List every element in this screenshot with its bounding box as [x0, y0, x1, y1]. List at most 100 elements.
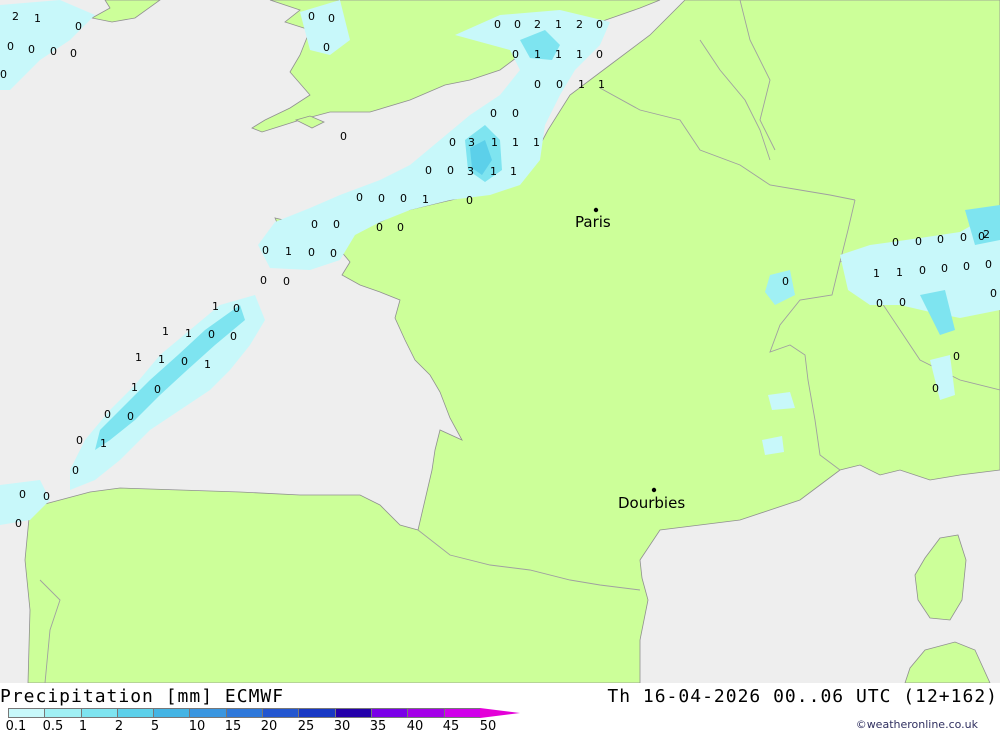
value-label: 0 — [596, 18, 603, 31]
value-label: 0 — [534, 78, 541, 91]
value-label: 0 — [985, 258, 992, 271]
value-label: 1 — [285, 245, 292, 258]
value-label: 2 — [534, 18, 541, 31]
precipitation-map: 2 1 0 0 0 0 0 0 0 0 0 0 2 1 2 0 0 1 1 1 … — [0, 0, 1000, 683]
value-label: 0 — [960, 231, 967, 244]
value-label: 0 — [15, 517, 22, 530]
value-label: 0 — [0, 68, 7, 81]
legend-ticks: 0.1 0.5 1 2 5 10 15 20 25 30 35 40 45 50 — [0, 719, 520, 733]
value-label: 0 — [260, 274, 267, 287]
legend-swatch — [8, 708, 45, 718]
legend-tick: 20 — [260, 719, 278, 733]
value-label: 0 — [556, 78, 563, 91]
value-label: 1 — [555, 18, 562, 31]
value-label: 3 — [467, 165, 474, 178]
credit-link[interactable]: ©weatheronline.co.uk — [856, 718, 978, 731]
value-label: 0 — [963, 260, 970, 273]
legend-tick: 0.5 — [42, 719, 64, 733]
legend-arrow — [480, 708, 520, 718]
value-label: 0 — [328, 12, 335, 25]
value-label: 0 — [323, 41, 330, 54]
value-label: 0 — [19, 488, 26, 501]
value-label: 0 — [425, 164, 432, 177]
legend-swatch — [44, 708, 81, 718]
value-label: 0 — [233, 302, 240, 315]
legend-swatch — [189, 708, 226, 718]
value-label: 0 — [919, 264, 926, 277]
value-label: 0 — [449, 136, 456, 149]
legend-swatch — [116, 708, 154, 718]
legend-swatch — [370, 708, 408, 718]
value-label: 1 — [135, 351, 142, 364]
legend-tick: 0.1 — [5, 719, 27, 733]
value-label: 0 — [514, 18, 521, 31]
value-label: 1 — [491, 136, 498, 149]
legend-swatch — [443, 708, 480, 718]
value-label: 0 — [376, 221, 383, 234]
value-label: 1 — [896, 266, 903, 279]
value-label: 1 — [512, 136, 519, 149]
value-label: 0 — [283, 275, 290, 288]
value-label: 1 — [598, 78, 605, 91]
value-label: 0 — [181, 355, 188, 368]
value-label: 0 — [75, 20, 82, 33]
legend-tick: 40 — [406, 719, 424, 733]
city-label: Dourbies — [618, 494, 685, 512]
value-label: 0 — [932, 382, 939, 395]
value-label: 1 — [212, 300, 219, 313]
legend-swatch — [407, 708, 444, 718]
map-title: Precipitation [mm] ECMWF — [0, 686, 285, 707]
value-label: 1 — [158, 353, 165, 366]
value-label: 1 — [131, 381, 138, 394]
value-label: 0 — [596, 48, 603, 61]
legend-tick: 10 — [188, 719, 206, 733]
value-label: 0 — [400, 192, 407, 205]
legend-tick: 2 — [114, 719, 124, 733]
value-label: 0 — [512, 107, 519, 120]
value-label: 0 — [899, 296, 906, 309]
legend-swatch — [153, 708, 190, 718]
value-label: 1 — [204, 358, 211, 371]
value-label: 1 — [576, 48, 583, 61]
value-label: 0 — [512, 48, 519, 61]
legend-tick: 50 — [479, 719, 497, 733]
value-label: 0 — [953, 350, 960, 363]
value-label: 0 — [447, 164, 454, 177]
value-label: 0 — [208, 328, 215, 341]
value-label: 1 — [100, 437, 107, 450]
value-label: 1 — [162, 325, 169, 338]
city-label: Paris — [575, 213, 611, 231]
legend-color-bar — [8, 708, 480, 718]
value-label: 0 — [340, 130, 347, 143]
value-label: 0 — [990, 287, 997, 300]
value-label: 0 — [490, 107, 497, 120]
value-label: 0 — [356, 191, 363, 204]
value-label: 3 — [468, 136, 475, 149]
value-label: 0 — [154, 383, 161, 396]
value-label: 0 — [876, 297, 883, 310]
value-label: 0 — [892, 236, 899, 249]
value-label: 0 — [941, 262, 948, 275]
value-label: 0 — [7, 40, 14, 53]
legend-tick: 25 — [297, 719, 315, 733]
legend-tick: 35 — [369, 719, 387, 733]
value-label: 0 — [333, 218, 340, 231]
value-label: 0 — [378, 192, 385, 205]
value-label: 0 — [330, 247, 337, 260]
value-label: 2 — [983, 228, 990, 241]
value-label: 0 — [43, 490, 50, 503]
legend-tick: 5 — [150, 719, 160, 733]
value-label: 1 — [422, 193, 429, 206]
legend-swatch — [225, 708, 263, 718]
value-label: 1 — [533, 136, 540, 149]
value-label: 0 — [915, 235, 922, 248]
value-label: 0 — [397, 221, 404, 234]
value-label: 1 — [490, 165, 497, 178]
city-marker — [651, 487, 657, 493]
value-label: 1 — [34, 12, 41, 25]
value-label: 0 — [50, 45, 57, 58]
weather-map-page: 2 1 0 0 0 0 0 0 0 0 0 0 2 1 2 0 0 1 1 1 … — [0, 0, 1000, 733]
value-label: 0 — [72, 464, 79, 477]
value-label: 0 — [127, 410, 134, 423]
legend-swatch — [298, 708, 335, 718]
